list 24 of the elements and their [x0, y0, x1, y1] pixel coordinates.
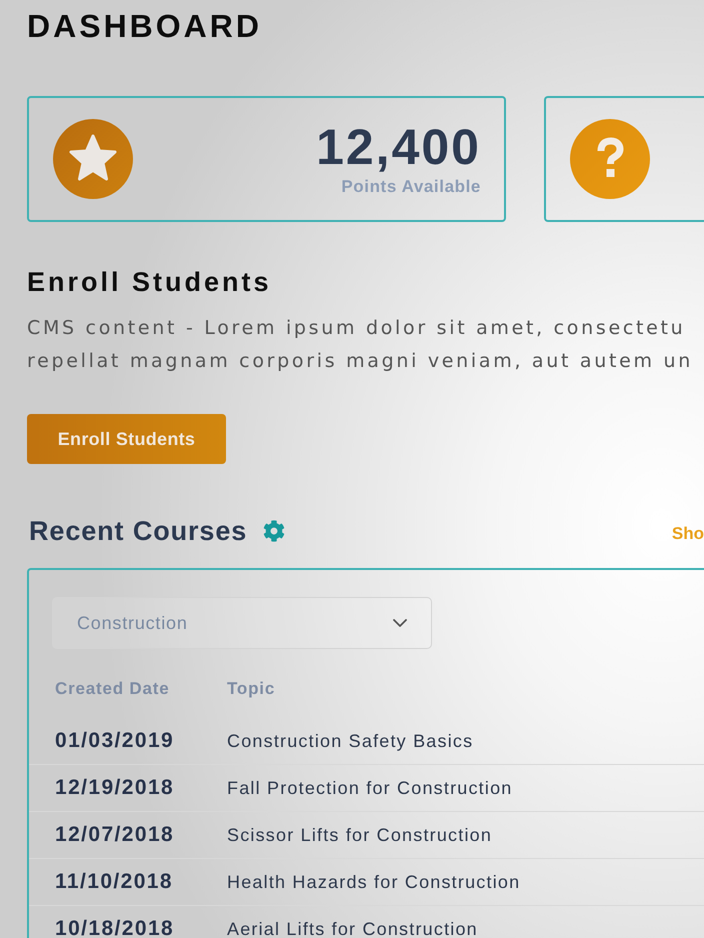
column-header: Created Date [55, 679, 170, 700]
date-cell: 01/03/2019 [55, 729, 174, 754]
points-label: Points Available [341, 176, 481, 198]
page-title: DASHBOARD [27, 7, 262, 46]
points-value: 12,400 [316, 120, 481, 173]
description-text: CMS content - Lorem ipsum dolor sit amet, consectetu repellat magnam corporis magni veniam, aut autem un [27, 316, 693, 374]
topic-cell: Construction Safety Basics [227, 730, 474, 752]
question-icon [570, 119, 650, 200]
date-cell: 12/19/2018 [55, 776, 174, 800]
date-cell: 12/07/2018 [55, 823, 174, 848]
column-header: Topic [227, 679, 276, 700]
section-heading: Enroll Students [27, 266, 272, 300]
settings-icon[interactable] [263, 520, 286, 542]
date-cell: 11/10/2018 [55, 870, 173, 894]
topic-cell: Aerial Lifts for Construction [227, 918, 478, 938]
topic-cell: Health Hazards for Construction [227, 872, 520, 893]
chevron-down-icon [393, 619, 407, 628]
section-title: Recent Courses [29, 515, 248, 548]
topic-cell: Scissor Lifts for Construction [227, 824, 492, 846]
topic-cell: Fall Protection for Construction [227, 778, 513, 799]
show-link[interactable]: Sho [672, 518, 704, 544]
date-cell: 10/18/2018 [55, 917, 174, 938]
topic-dropdown[interactable]: Construction [52, 597, 432, 650]
enroll-students-button[interactable]: Enroll Students [27, 414, 226, 464]
